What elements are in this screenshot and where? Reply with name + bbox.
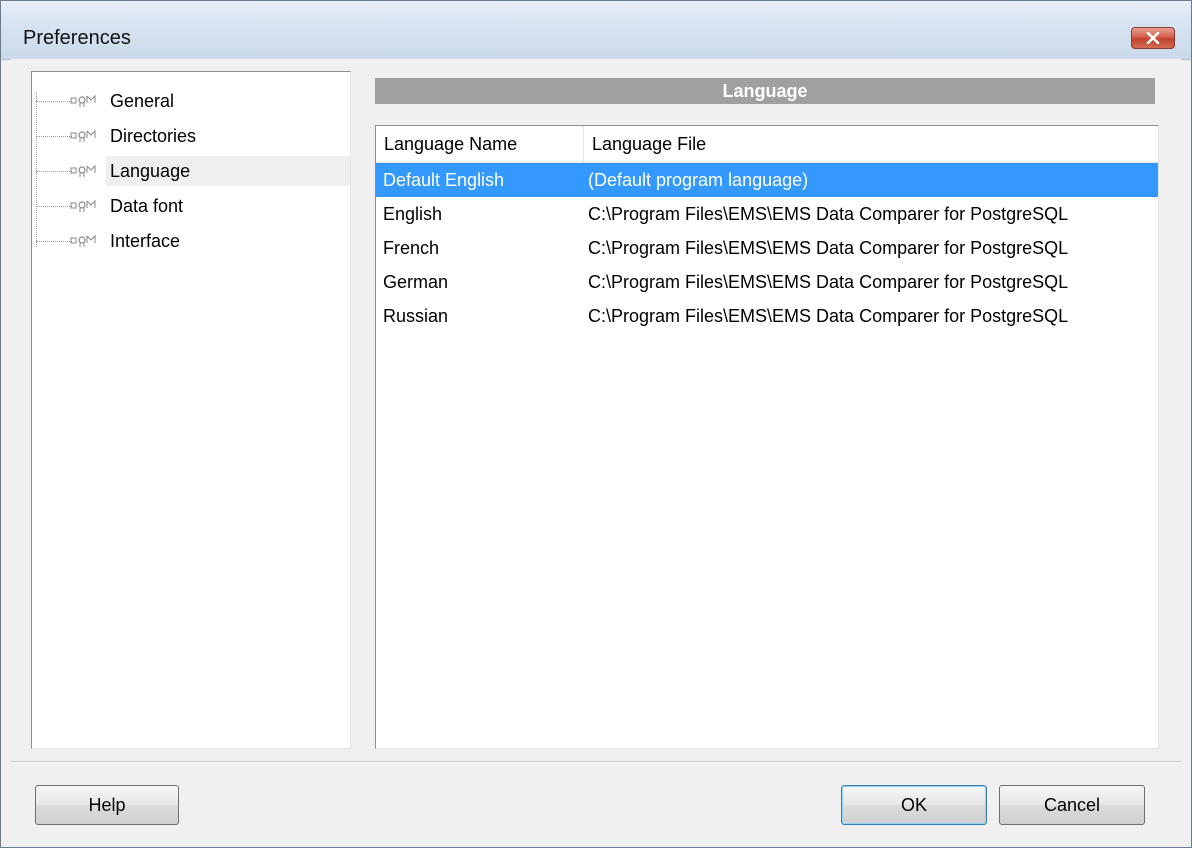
tree-item-label: Language (110, 160, 191, 181)
options-node-icon (70, 234, 96, 247)
tree-item-label: Data font (110, 195, 184, 216)
dialog-client-area: General Directories Language Data font I… (11, 59, 1181, 839)
language-name-cell: German (383, 271, 449, 292)
language-file-cell: C:\Program Files\EMS\EMS Data Comparer f… (588, 203, 1069, 224)
language-name-cell: English (383, 203, 443, 224)
tree-item-data-font[interactable]: Data font (32, 189, 350, 223)
tree-label-box: General (106, 86, 350, 116)
tree-connector (36, 171, 72, 172)
window-title: Preferences (23, 27, 131, 49)
language-file-cell: C:\Program Files\EMS\EMS Data Comparer f… (588, 237, 1069, 258)
close-icon (1146, 32, 1160, 44)
language-file-cell: C:\Program Files\EMS\EMS Data Comparer f… (588, 305, 1069, 326)
cancel-button[interactable]: Cancel (999, 785, 1145, 825)
tree-item-general[interactable]: General (32, 84, 350, 118)
tree-item-label: General (110, 90, 175, 111)
tree-item-interface[interactable]: Interface (32, 224, 350, 258)
tree-connector (36, 241, 72, 242)
tree-label-box: Data font (106, 191, 350, 221)
options-tree[interactable]: General Directories Language Data font I… (31, 71, 351, 749)
language-name-cell: Default English (383, 169, 505, 190)
tree-connector (36, 136, 72, 137)
close-button[interactable] (1131, 27, 1175, 49)
preferences-dialog: Preferences General Directories Language… (0, 0, 1192, 848)
section-title: Language (722, 80, 808, 101)
list-row[interactable]: English C:\Program Files\EMS\EMS Data Co… (376, 197, 1158, 231)
tree-item-directories[interactable]: Directories (32, 119, 350, 153)
options-node-icon (70, 129, 96, 142)
tree-connector (36, 101, 72, 102)
column-header-language-file[interactable]: Language File (584, 126, 1158, 162)
tree-label-box: Interface (106, 226, 350, 256)
language-name-cell: French (383, 237, 440, 258)
tree-item-label: Interface (110, 230, 181, 251)
bottom-separator (11, 761, 1181, 763)
language-file-cell: C:\Program Files\EMS\EMS Data Comparer f… (588, 271, 1069, 292)
tree-item-language[interactable]: Language (32, 154, 350, 188)
options-node-icon (70, 199, 96, 212)
list-row[interactable]: French C:\Program Files\EMS\EMS Data Com… (376, 231, 1158, 265)
list-row[interactable]: Default English (Default program languag… (376, 163, 1158, 197)
tree-label-box: Language (106, 156, 350, 186)
column-header-language-name[interactable]: Language Name (376, 126, 584, 162)
tree-connector (36, 206, 72, 207)
list-header: Language Name Language File (376, 126, 1158, 163)
tree-item-label: Directories (110, 125, 197, 146)
language-list[interactable]: Language Name Language File Default Engl… (375, 125, 1159, 749)
help-button[interactable]: Help (35, 785, 179, 825)
title-bar: Preferences (1, 1, 1191, 60)
options-node-icon (70, 94, 96, 107)
section-header: Language (375, 78, 1155, 104)
ok-button[interactable]: OK (841, 785, 987, 825)
options-node-icon (70, 164, 96, 177)
list-row[interactable]: Russian C:\Program Files\EMS\EMS Data Co… (376, 299, 1158, 333)
language-name-cell: Russian (383, 305, 449, 326)
list-row[interactable]: German C:\Program Files\EMS\EMS Data Com… (376, 265, 1158, 299)
language-file-cell: (Default program language) (588, 169, 809, 190)
tree-label-box: Directories (106, 121, 350, 151)
